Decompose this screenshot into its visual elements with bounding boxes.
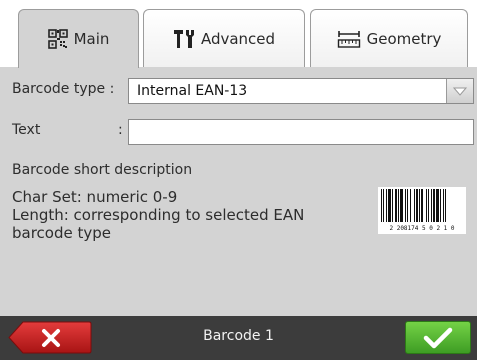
main-panel: Barcode type : Internal EAN-13 Text : Ba… <box>0 67 477 316</box>
description-line-charset: Char Set: numeric 0-9 <box>12 188 178 206</box>
tab-advanced-label: Advanced <box>200 29 276 48</box>
qr-code-icon <box>47 29 68 49</box>
barcode-preview-image: 2 208174 5 0 2 1 0 <box>378 187 466 234</box>
barcode-type-dropdown[interactable]: Internal EAN-13 <box>128 78 474 104</box>
description-title: Barcode short description <box>12 162 193 178</box>
barcode-type-value: Internal EAN-13 <box>137 83 248 99</box>
chevron-down-icon <box>453 87 467 96</box>
tab-geometry[interactable]: Geometry <box>310 9 468 67</box>
text-input[interactable] <box>128 119 474 145</box>
barcode-type-label: Barcode type : <box>12 81 115 97</box>
dropdown-arrow-button[interactable] <box>446 79 473 103</box>
barcode-digits: 2 208174 5 0 2 1 0 <box>389 225 454 232</box>
tab-main-label: Main <box>73 30 110 48</box>
tab-main[interactable]: Main <box>18 9 139 68</box>
description-line-length: Length: corresponding to selected EAN <box>12 206 305 224</box>
tab-advanced[interactable]: Advanced <box>143 9 305 67</box>
bottom-bar: Barcode 1 <box>0 316 477 360</box>
text-label: Text <box>12 122 41 138</box>
description-line-type: barcode type <box>12 224 112 242</box>
check-icon <box>423 327 453 348</box>
tab-geometry-label: Geometry <box>366 29 442 48</box>
confirm-button[interactable] <box>405 321 471 354</box>
tab-bar: Main Advanced Geometry <box>0 0 477 68</box>
tools-icon <box>173 29 194 48</box>
ruler-icon <box>337 30 360 48</box>
text-label-colon: : <box>118 122 123 138</box>
